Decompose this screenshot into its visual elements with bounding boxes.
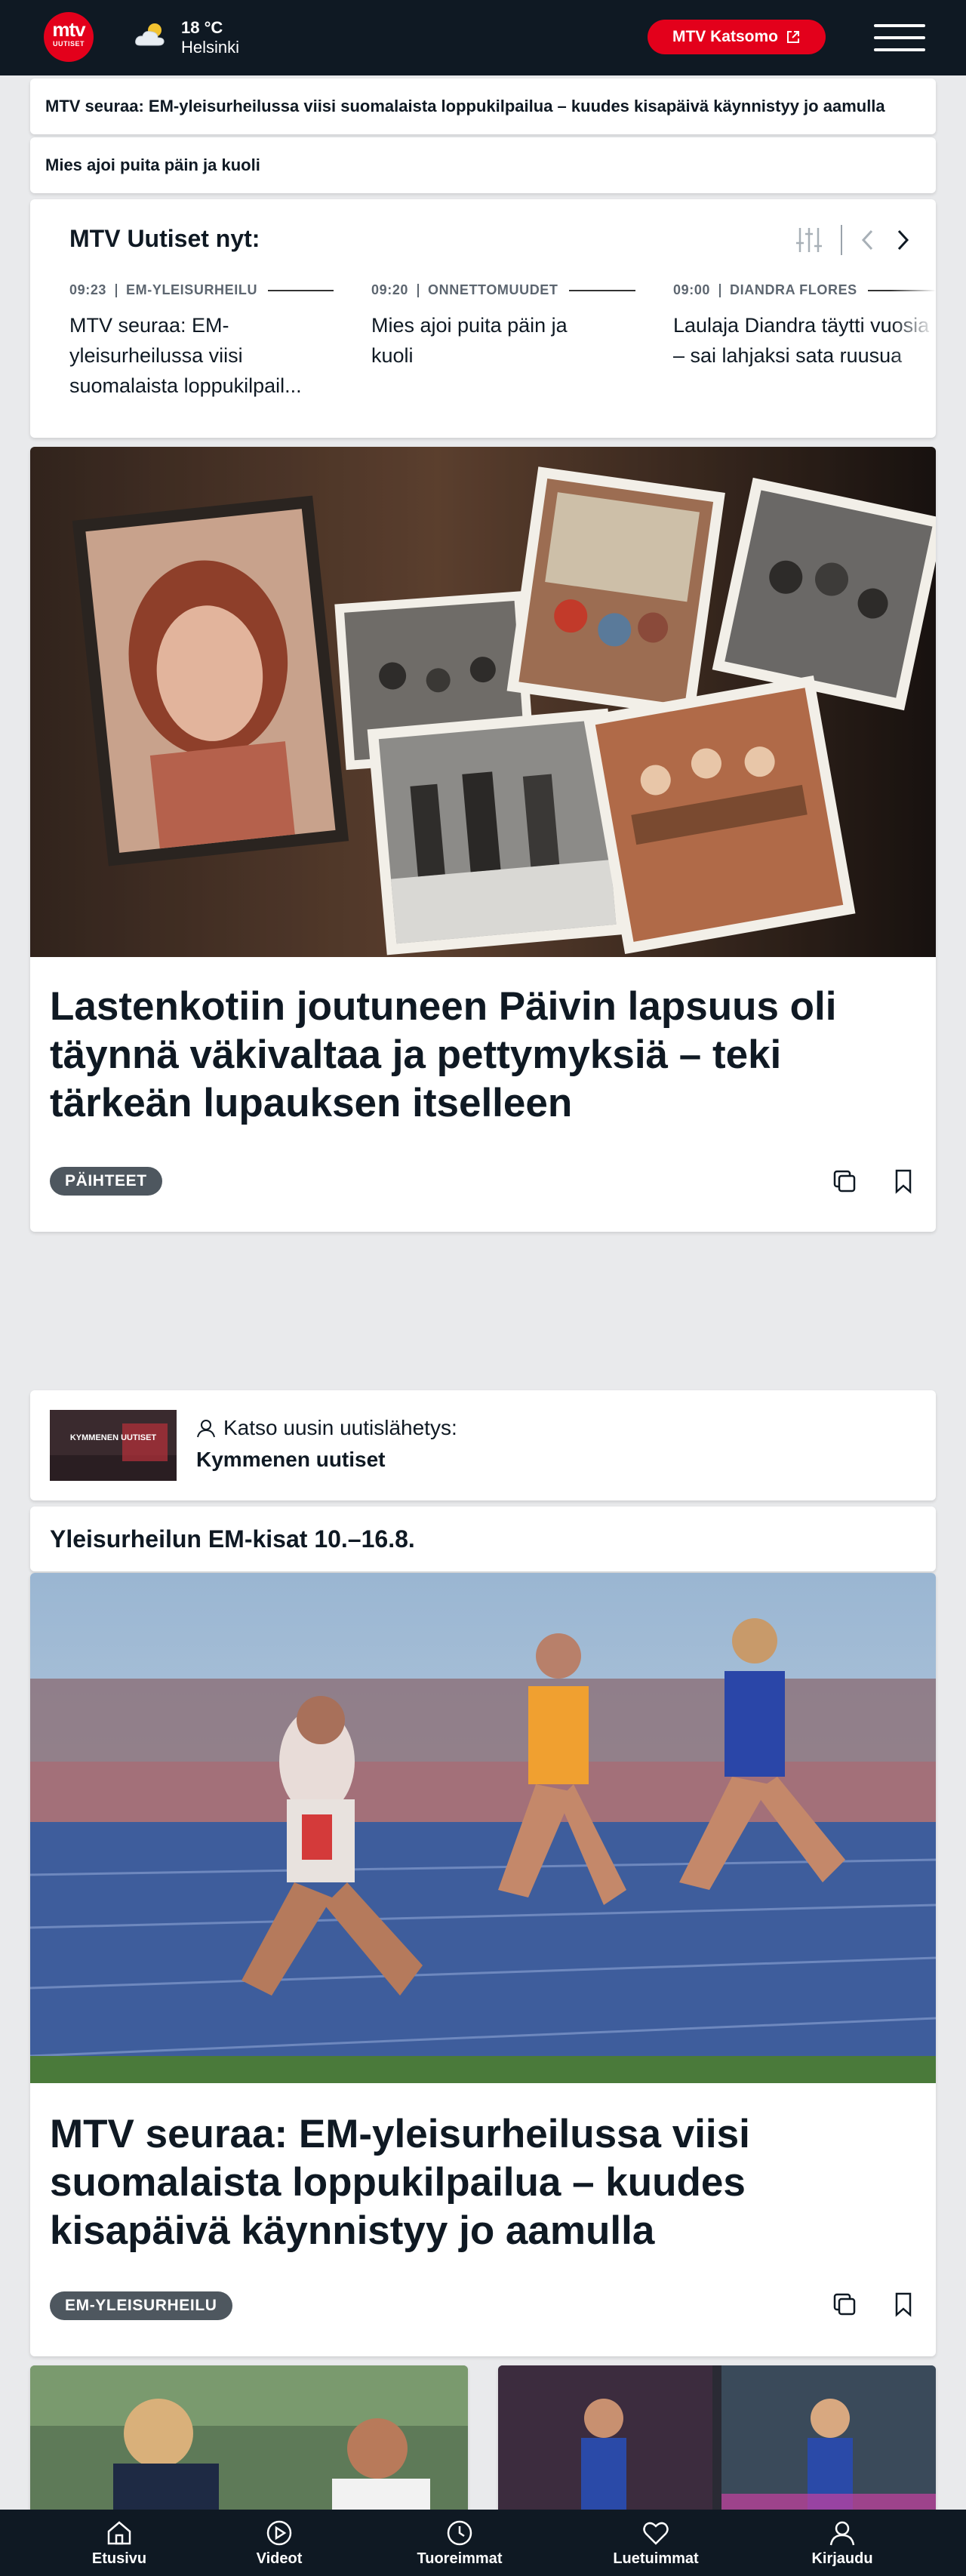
broadcast-title: Kymmenen uutiset bbox=[196, 1448, 386, 1471]
nav-item-etusivu[interactable]: Etusivu bbox=[82, 2510, 157, 2576]
play-icon bbox=[266, 2520, 292, 2545]
article-card[interactable]: MTV seuraa: EM-yleisurheilussa viisi suo… bbox=[30, 1573, 936, 2356]
section-title: Yleisurheilun EM-kisat 10.–16.8. bbox=[50, 1525, 415, 1553]
divider bbox=[841, 225, 842, 255]
ticker-item-time: 09:20 bbox=[371, 282, 409, 297]
ticker-item-meta: 09:20 ONNETTOMUUDET bbox=[371, 282, 635, 298]
weather-temperature: 18 °C bbox=[181, 18, 223, 37]
breaking-news-link-2[interactable]: Mies ajoi puita päin ja kuoli bbox=[30, 137, 936, 193]
broadcast-thumbnail: KYMMENEN UUTISET bbox=[50, 1410, 177, 1481]
mtv-katsomo-button[interactable]: MTV Katsomo bbox=[648, 20, 826, 54]
chevron-right-icon[interactable] bbox=[894, 227, 912, 253]
clock-icon bbox=[447, 2520, 472, 2545]
latest-broadcast-card[interactable]: KYMMENEN UUTISET Katso uusin uutislähety… bbox=[30, 1390, 936, 1500]
external-link-icon bbox=[787, 31, 799, 43]
section-header[interactable]: Yleisurheilun EM-kisat 10.–16.8. bbox=[30, 1507, 936, 1571]
breaking-news-text: Mies ajoi puita päin ja kuoli bbox=[45, 155, 260, 174]
filter-sliders-icon[interactable] bbox=[794, 225, 824, 255]
ticker-fade bbox=[891, 282, 936, 411]
ticker-controls bbox=[794, 225, 912, 255]
bottom-navigation: Etusivu Videot Tuoreimmat Luetuimmat Kir… bbox=[0, 2510, 966, 2576]
article-title[interactable]: MTV seuraa: EM-yleisurheilussa viisi suo… bbox=[50, 2110, 910, 2255]
article-tag[interactable]: PÄIHTEET bbox=[50, 1167, 162, 1196]
broadcast-label: Katso uusin uutislähetys: bbox=[196, 1416, 457, 1440]
nav-item-kirjaudu[interactable]: Kirjaudu bbox=[804, 2510, 880, 2576]
article-card[interactable] bbox=[498, 2365, 936, 2516]
logo-sub-text: UUTISET bbox=[52, 40, 85, 48]
ticker-item-headline: Mies ajoi puita päin ja kuoli bbox=[371, 314, 568, 367]
ticker-item[interactable]: 09:20 ONNETTOMUUDET Mies ajoi puita päin… bbox=[371, 282, 635, 371]
article-tag[interactable]: EM-YLEISURHEILU bbox=[50, 2291, 232, 2320]
bookmark-icon[interactable] bbox=[891, 2291, 916, 2317]
top-header: mtv UUTISET 18 °C Helsinki MTV Katsomo bbox=[0, 0, 966, 75]
thumbnail-text: KYMMENEN UUTISET bbox=[70, 1433, 157, 1442]
article-image bbox=[30, 447, 936, 957]
hamburger-menu-icon[interactable] bbox=[874, 21, 925, 54]
article-card[interactable] bbox=[30, 2365, 468, 2516]
ticker-item[interactable]: 09:23 EM-YLEISURHEILU MTV seuraa: EM-yle… bbox=[69, 282, 334, 401]
ticker-item-category: DIANDRA FLORES bbox=[730, 282, 857, 297]
copy-link-icon[interactable] bbox=[832, 2291, 857, 2317]
katsomo-label: MTV Katsomo bbox=[672, 28, 778, 45]
breaking-news-link-1[interactable]: MTV seuraa: EM-yleisurheilussa viisi suo… bbox=[30, 78, 936, 134]
mtv-uutiset-logo[interactable]: mtv UUTISET bbox=[44, 12, 94, 62]
copy-link-icon[interactable] bbox=[832, 1168, 857, 1194]
nav-item-videot[interactable]: Videot bbox=[242, 2510, 317, 2576]
partly-cloudy-icon bbox=[135, 23, 165, 46]
ticker-item-category: ONNETTOMUUDET bbox=[428, 282, 558, 297]
heart-icon bbox=[643, 2522, 669, 2545]
logo-main-text: mtv bbox=[52, 18, 85, 41]
home-icon bbox=[107, 2520, 131, 2544]
ticker-item-time: 09:00 bbox=[673, 282, 711, 297]
article-image bbox=[30, 1573, 936, 2083]
chevron-left-icon[interactable] bbox=[859, 227, 877, 253]
article-card[interactable]: Lastenkotiin joutuneen Päivin lapsuus ol… bbox=[30, 447, 936, 1232]
ticker-item-meta: 09:23 EM-YLEISURHEILU bbox=[69, 282, 334, 298]
nav-label: Tuoreimmat bbox=[417, 2550, 503, 2567]
user-icon bbox=[197, 1420, 215, 1438]
user-icon bbox=[829, 2521, 855, 2545]
nav-item-luetuimmat[interactable]: Luetuimmat bbox=[599, 2510, 712, 2576]
weather-city: Helsinki bbox=[181, 38, 240, 57]
ticker-item-time: 09:23 bbox=[69, 282, 107, 297]
nav-label: Videot bbox=[256, 2550, 303, 2567]
ticker-item-headline: MTV seuraa: EM-yleisurheilussa viisi suo… bbox=[69, 314, 302, 397]
bookmark-icon[interactable] bbox=[891, 1168, 916, 1194]
nav-label: Etusivu bbox=[91, 2550, 147, 2567]
ticker-item-category: EM-YLEISURHEILU bbox=[126, 282, 258, 297]
article-title[interactable]: Lastenkotiin joutuneen Päivin lapsuus ol… bbox=[50, 983, 910, 1128]
ticker-title: MTV Uutiset nyt: bbox=[69, 225, 260, 252]
article-image bbox=[30, 2365, 468, 2516]
nav-label: Kirjaudu bbox=[811, 2550, 873, 2567]
news-now-ticker: MTV Uutiset nyt: 09:23 EM-YLEISURHEILU M… bbox=[30, 199, 936, 438]
ticker-items: 09:23 EM-YLEISURHEILU MTV seuraa: EM-yle… bbox=[69, 282, 936, 411]
nav-label: Luetuimmat bbox=[613, 2550, 699, 2567]
breaking-news-text: MTV seuraa: EM-yleisurheilussa viisi suo… bbox=[45, 97, 885, 115]
article-image bbox=[498, 2365, 936, 2516]
broadcast-label-text: Katso uusin uutislähetys: bbox=[223, 1416, 457, 1439]
nav-item-tuoreimmat[interactable]: Tuoreimmat bbox=[403, 2510, 516, 2576]
